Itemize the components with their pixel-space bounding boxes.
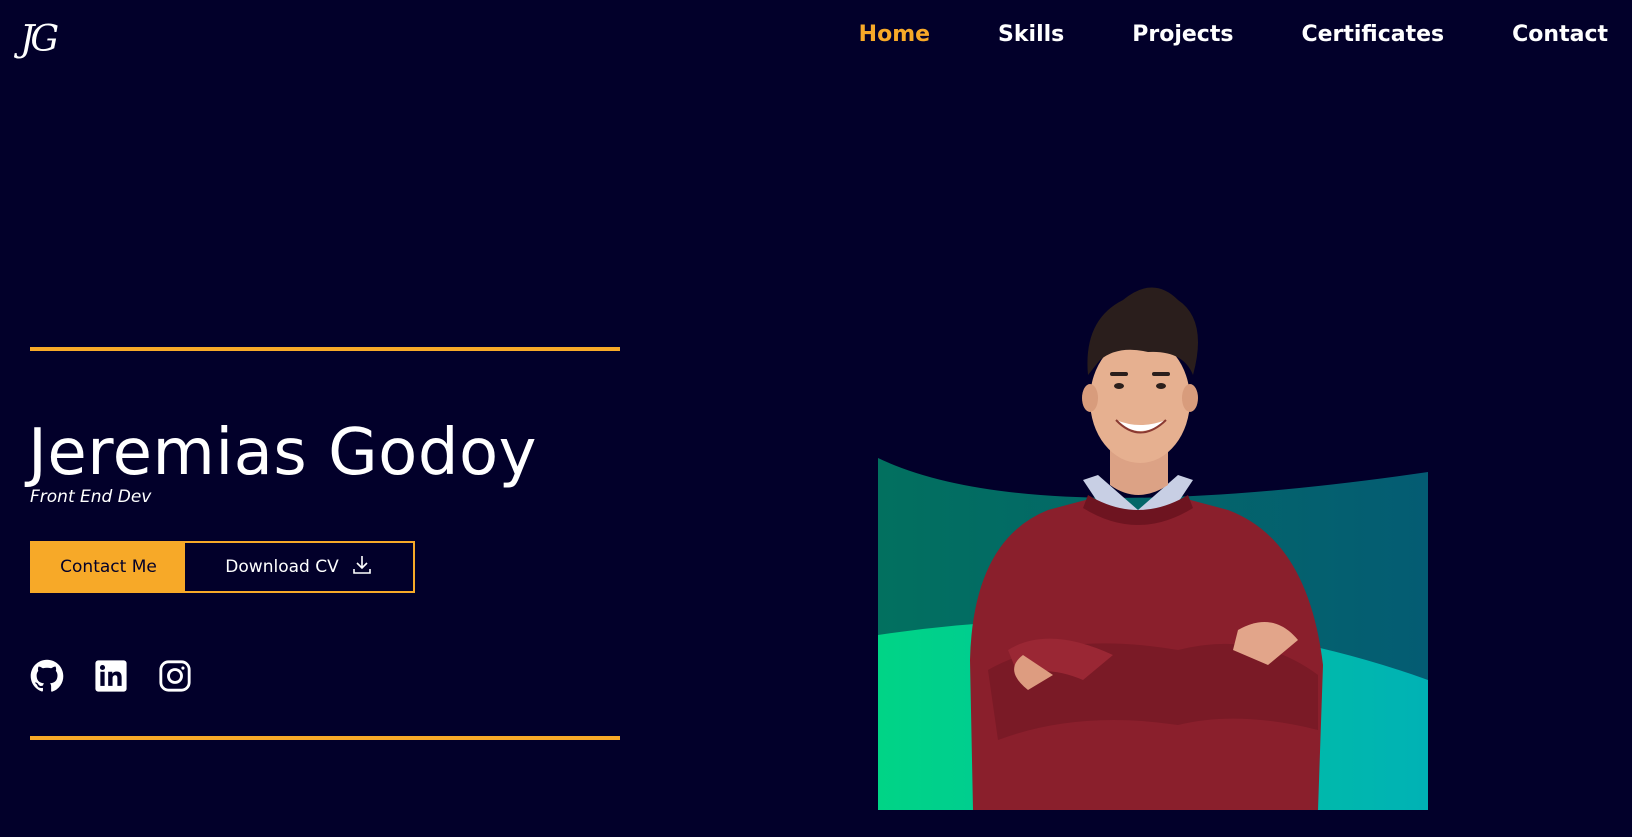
hero-actions: Contact Me Download CV	[30, 541, 415, 593]
download-cv-button[interactable]: Download CV	[185, 543, 413, 591]
top-divider	[30, 347, 620, 351]
github-icon[interactable]	[30, 659, 64, 693]
social-links	[30, 659, 192, 693]
bottom-divider	[30, 736, 620, 740]
nav-item-contact[interactable]: Contact	[1512, 20, 1608, 50]
contact-me-button[interactable]: Contact Me	[32, 543, 185, 591]
instagram-icon[interactable]	[158, 659, 192, 693]
nav-item-projects[interactable]: Projects	[1132, 20, 1233, 50]
nav-item-skills[interactable]: Skills	[998, 20, 1064, 50]
nav-item-home[interactable]: Home	[859, 20, 930, 50]
hero-role: Front End Dev	[30, 487, 152, 507]
contact-me-label: Contact Me	[60, 557, 157, 577]
download-cv-label: Download CV	[225, 557, 339, 577]
linkedin-icon[interactable]	[94, 659, 128, 693]
site-logo[interactable]: JG	[20, 18, 59, 62]
download-icon	[351, 554, 373, 581]
hero-name: Jeremias Godoy	[28, 415, 537, 490]
main-nav: Home Skills Projects Certificates Contac…	[791, 20, 1608, 50]
profile-photo	[878, 280, 1428, 810]
nav-item-certificates[interactable]: Certificates	[1301, 20, 1444, 50]
